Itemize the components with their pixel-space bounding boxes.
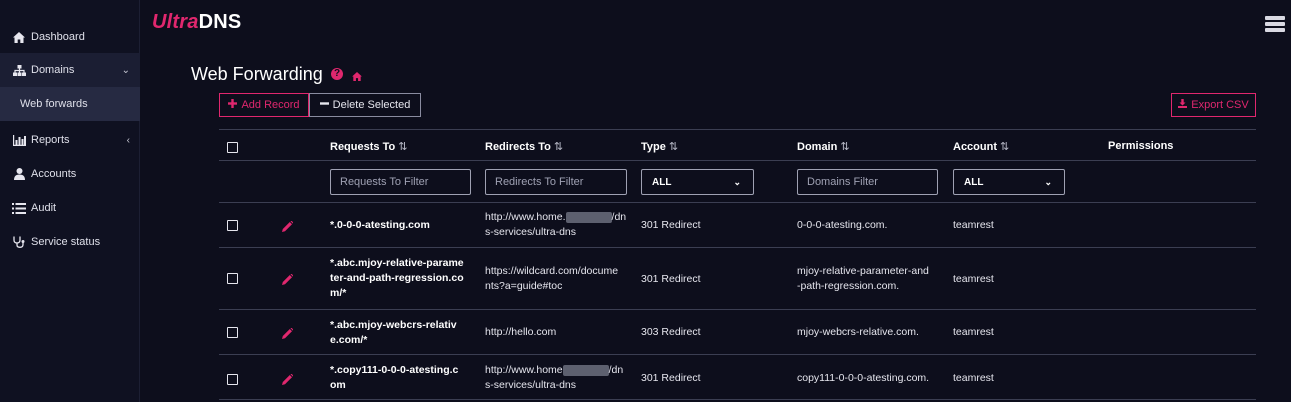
account-cell: teamrest [953,273,994,285]
delete-selected-button[interactable]: Delete Selected [309,93,421,117]
domain-cell: mjoy-webcrs-relative.com. [797,326,919,338]
chevron-down-icon: ⌄ [121,64,130,76]
column-header-permissions: Permissions [1108,140,1174,152]
row-checkbox[interactable] [227,374,238,385]
column-header-requests-to[interactable]: Requests To ⇅ [330,140,407,153]
list-icon [12,202,26,214]
home-icon[interactable] [352,68,362,86]
chevron-left-icon: ‹ [126,134,130,146]
table-divider [219,129,1256,130]
requests-to-cell: *.abc.mjoy-relative-parame ter-and-path-… [330,257,464,299]
table-divider [219,160,1256,161]
type-cell: 301 Redirect [641,372,701,384]
requests-to-cell: *.abc.mjoy-webcrs-relativ e.com/* [330,319,457,346]
sort-icon: ⇅ [668,141,679,153]
sort-icon: ⇅ [1000,141,1010,153]
sidebar-item-web-forwards[interactable]: Web forwards [0,87,140,121]
requests-to-cell: *.copy111-0-0-0-atesting.c om [330,364,459,391]
redirects-to-cell: http://www.home/dn s-services/ultra-dns [485,364,624,391]
page-title: Web Forwarding [191,64,323,84]
column-header-account[interactable]: Account ⇅ [953,140,1009,153]
sort-icon: ⇅ [840,141,850,153]
sidebar-item-accounts[interactable]: Accounts [0,157,140,191]
account-cell: teamrest [953,326,994,338]
minus-icon [319,99,329,111]
sidebar-item-reports[interactable]: Reports ‹ [0,123,140,157]
redirects-to-cell: https://wildcard.com/docume nts?a=guide#… [485,265,619,292]
type-cell: 303 Redirect [641,326,701,338]
domains-filter-input[interactable] [797,169,938,195]
table-divider [219,202,1256,203]
table-divider [219,354,1256,355]
row-checkbox[interactable] [227,327,238,338]
sidebar-item-label: Domains [31,64,75,76]
bar-chart-icon [12,134,26,146]
table-divider [219,247,1256,248]
sidebar-item-label: Service status [31,236,101,248]
sidebar: Dashboard Domains ⌄ Web forwards Reports… [0,0,140,402]
select-all-checkbox[interactable] [227,142,238,153]
sidebar-item-label: Web forwards [20,98,88,110]
ultradns-logo: UltraDNS [152,11,242,33]
sidebar-item-domains[interactable]: Domains ⌄ [0,53,140,87]
sidebar-item-service-status[interactable]: Service status [0,225,140,259]
requests-to-cell: *.0-0-0-atesting.com [330,219,430,231]
type-cell: 301 Redirect [641,219,701,231]
pencil-icon[interactable] [282,272,294,290]
column-header-type[interactable]: Type ⇅ [641,140,678,153]
plus-icon [228,99,238,111]
redirects-to-cell: http://www.home./dn s-services/ultra-dns [485,211,627,238]
row-checkbox[interactable] [227,220,238,231]
type-cell: 301 Redirect [641,273,701,285]
sidebar-item-label: Dashboard [31,31,85,43]
redirects-to-cell: http://hello.com [485,326,557,338]
redacted-block [565,211,612,223]
requests-to-filter-input[interactable] [330,169,471,195]
chevron-down-icon: ⌄ [733,176,741,187]
export-csv-button[interactable]: Export CSV [1171,93,1256,117]
pencil-icon[interactable] [282,326,294,344]
user-icon [12,168,26,180]
sitemap-icon [12,64,26,76]
redacted-block [562,364,609,376]
chevron-down-icon: ⌄ [1044,176,1052,187]
table-divider [219,309,1256,310]
menu-icon[interactable] [1265,16,1285,34]
stethoscope-icon [12,236,26,248]
row-checkbox[interactable] [227,273,238,284]
sidebar-item-label: Audit [31,202,57,214]
domain-cell: mjoy-relative-parameter-and -path-regres… [797,265,929,292]
pencil-icon[interactable] [282,219,294,237]
type-filter-select[interactable]: ALL ⌄ [641,169,754,195]
table-divider [219,399,1256,400]
domain-cell: copy111-0-0-0-atesting.com. [797,372,930,384]
home-icon [12,31,26,43]
redirects-to-filter-input[interactable] [485,169,627,195]
help-icon[interactable]: ? [331,68,343,80]
sidebar-item-label: Accounts [31,168,77,180]
account-filter-select[interactable]: ALL ⌄ [953,169,1065,195]
sidebar-item-audit[interactable]: Audit [0,191,140,225]
column-header-domain[interactable]: Domain ⇅ [797,140,850,153]
sort-icon: ⇅ [553,141,564,153]
download-icon [1178,99,1188,111]
sidebar-item-dashboard[interactable]: Dashboard [0,20,140,54]
account-cell: teamrest [953,219,994,231]
sidebar-item-label: Reports [31,134,70,146]
column-header-redirects-to[interactable]: Redirects To ⇅ [485,140,563,153]
sort-icon: ⇅ [398,141,408,153]
domain-cell: 0-0-0-atesting.com. [797,219,888,231]
add-record-button[interactable]: Add Record [219,93,309,117]
account-cell: teamrest [953,372,994,384]
pencil-icon[interactable] [282,372,294,390]
